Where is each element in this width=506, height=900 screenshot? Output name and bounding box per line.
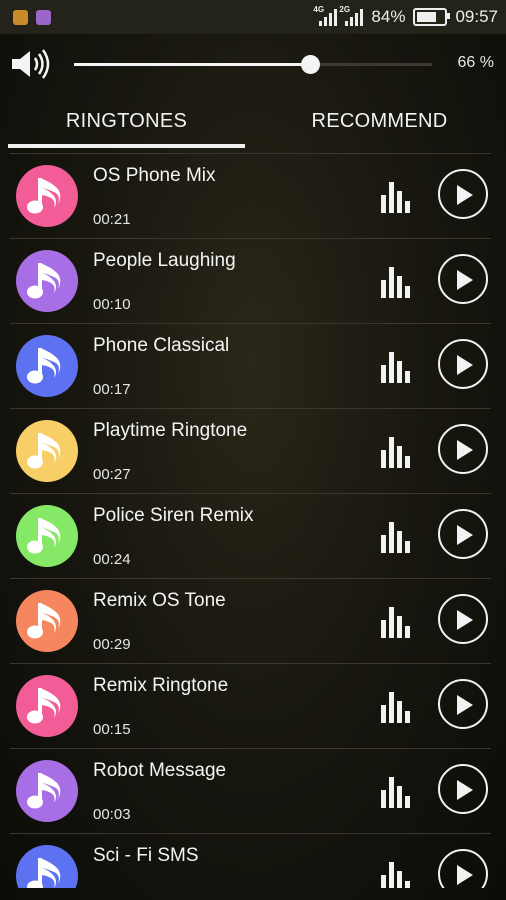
play-button[interactable] <box>438 424 488 474</box>
equalizer-icon <box>381 607 410 638</box>
play-icon <box>457 780 473 800</box>
volume-control: 66 % <box>0 34 506 94</box>
play-button[interactable] <box>438 764 488 814</box>
play-icon <box>457 865 473 885</box>
play-button[interactable] <box>438 169 488 219</box>
ringtone-title: OS Phone Mix <box>93 165 216 186</box>
speaker-icon[interactable] <box>10 48 50 80</box>
notification-icon-2 <box>36 9 51 25</box>
tab-ringtones[interactable]: RINGTONES <box>0 94 253 148</box>
equalizer-icon <box>381 777 410 808</box>
play-button[interactable] <box>438 849 488 888</box>
ringtone-row[interactable]: Robot Message 00:03 <box>10 748 491 833</box>
music-note-icon <box>16 760 78 822</box>
music-note-icon <box>16 845 78 888</box>
play-button[interactable] <box>438 509 488 559</box>
clock: 09:57 <box>455 7 498 26</box>
music-note-icon <box>16 335 78 397</box>
network-type-2: 2G <box>339 5 351 14</box>
ringtone-row[interactable]: Sci - Fi SMS <box>10 833 491 888</box>
volume-slider-thumb[interactable] <box>300 55 320 74</box>
ringtone-row[interactable]: Remix OS Tone 00:29 <box>10 578 491 663</box>
play-button[interactable] <box>438 339 488 389</box>
play-icon <box>457 525 473 545</box>
equalizer-icon <box>381 437 410 468</box>
ringtone-duration: 00:27 <box>93 466 131 483</box>
play-icon <box>457 610 473 630</box>
ringtone-title: Robot Message <box>93 760 227 781</box>
play-icon <box>457 355 473 375</box>
music-note-icon <box>16 165 78 227</box>
tab-bar: RINGTONES RECOMMEND <box>0 94 506 148</box>
equalizer-icon <box>381 522 410 553</box>
battery-icon <box>413 8 451 26</box>
volume-percent: 66 % <box>457 54 494 71</box>
signal-2g-icon: 2G <box>339 5 364 26</box>
music-note-icon <box>16 675 78 737</box>
play-icon <box>457 270 473 290</box>
music-note-icon <box>16 590 78 652</box>
ringtone-title: People Laughing <box>93 250 236 271</box>
notification-icon-1 <box>13 9 28 25</box>
ringtone-duration: 00:17 <box>93 381 131 398</box>
signal-4g-icon: 4G <box>313 5 338 26</box>
equalizer-icon <box>381 182 410 213</box>
play-button[interactable] <box>438 254 488 304</box>
ringtone-duration: 00:10 <box>93 296 131 313</box>
equalizer-icon <box>381 352 410 383</box>
music-note-icon <box>16 250 78 312</box>
status-bar: 4G 2G 84% 09:57 <box>0 0 506 34</box>
ringtone-duration: 00:29 <box>93 636 131 653</box>
music-note-icon <box>16 505 78 567</box>
play-button[interactable] <box>438 594 488 644</box>
ringtone-title: Sci - Fi SMS <box>93 845 199 866</box>
volume-slider[interactable] <box>74 55 432 74</box>
ringtone-row[interactable]: Playtime Ringtone 00:27 <box>10 408 491 493</box>
ringtone-duration: 00:24 <box>93 551 131 568</box>
tab-recommend[interactable]: RECOMMEND <box>253 94 506 148</box>
music-note-icon <box>16 420 78 482</box>
ringtone-duration: 00:21 <box>93 211 131 228</box>
ringtone-row[interactable]: People Laughing 00:10 <box>10 238 491 323</box>
ringtone-row[interactable]: Remix Ringtone 00:15 <box>10 663 491 748</box>
active-tab-indicator <box>8 144 245 148</box>
ringtone-title: Phone Classical <box>93 335 230 356</box>
ringtone-title: Remix OS Tone <box>93 590 226 611</box>
equalizer-icon <box>381 692 410 723</box>
play-icon <box>457 185 473 205</box>
play-button[interactable] <box>438 679 488 729</box>
battery-percent: 84% <box>371 7 406 26</box>
equalizer-icon <box>381 267 410 298</box>
ringtone-row[interactable]: OS Phone Mix 00:21 <box>10 153 491 238</box>
ringtone-title: Playtime Ringtone <box>93 420 248 441</box>
play-icon <box>457 440 473 460</box>
ringtone-title: Remix Ringtone <box>93 675 229 696</box>
ringtone-duration: 00:03 <box>93 806 131 823</box>
network-type-1: 4G <box>313 5 325 14</box>
ringtone-row[interactable]: Phone Classical 00:17 <box>10 323 491 408</box>
ringtone-duration: 00:15 <box>93 721 131 738</box>
ringtone-row[interactable]: Police Siren Remix 00:24 <box>10 493 491 578</box>
play-icon <box>457 695 473 715</box>
volume-slider-fill <box>74 63 311 66</box>
equalizer-icon <box>381 862 410 888</box>
ringtone-list[interactable]: OS Phone Mix 00:21 People Laughing 00:10 <box>10 153 491 888</box>
ringtone-title: Police Siren Remix <box>93 505 254 526</box>
